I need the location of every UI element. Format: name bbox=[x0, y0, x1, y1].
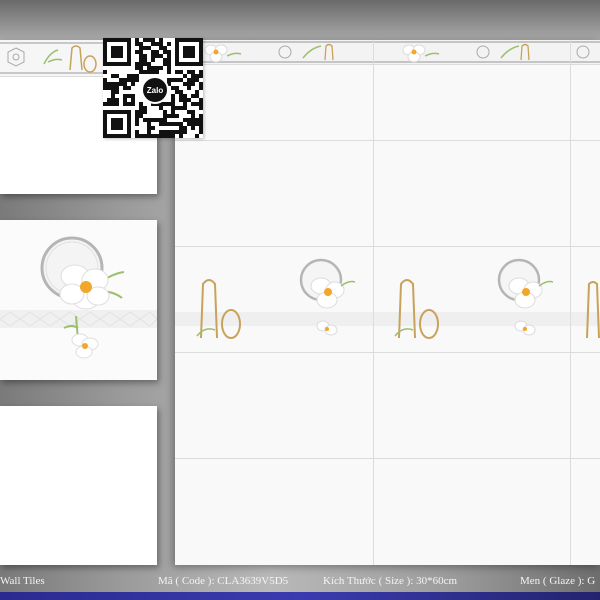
wall-preview bbox=[175, 40, 600, 565]
flower-motif-icon bbox=[0, 236, 158, 359]
footer-info: Wall Tiles Mã ( Code ): CLA3639V5D5 Kích… bbox=[0, 572, 600, 592]
footer-glaze: Men ( Glaze ): G bbox=[520, 575, 596, 587]
qr-code[interactable]: Zalo bbox=[103, 38, 203, 138]
top-shading bbox=[0, 0, 600, 40]
wall-tile-grid bbox=[175, 40, 600, 565]
wall-decor-motif-1 bbox=[196, 258, 356, 339]
footer-bar bbox=[0, 592, 600, 600]
wall-decor-motif-2 bbox=[394, 258, 554, 339]
sample-tile-decor bbox=[0, 220, 158, 380]
footer-category: Wall Tiles bbox=[0, 575, 45, 587]
sample-tile-plain-bottom bbox=[0, 406, 157, 565]
zalo-logo-icon: Zalo bbox=[141, 76, 169, 104]
footer-code: Mã ( Code ): CLA3639V5D5 bbox=[158, 575, 289, 587]
footer-size: Kích Thước ( Size ): 30*60cm bbox=[323, 575, 458, 587]
